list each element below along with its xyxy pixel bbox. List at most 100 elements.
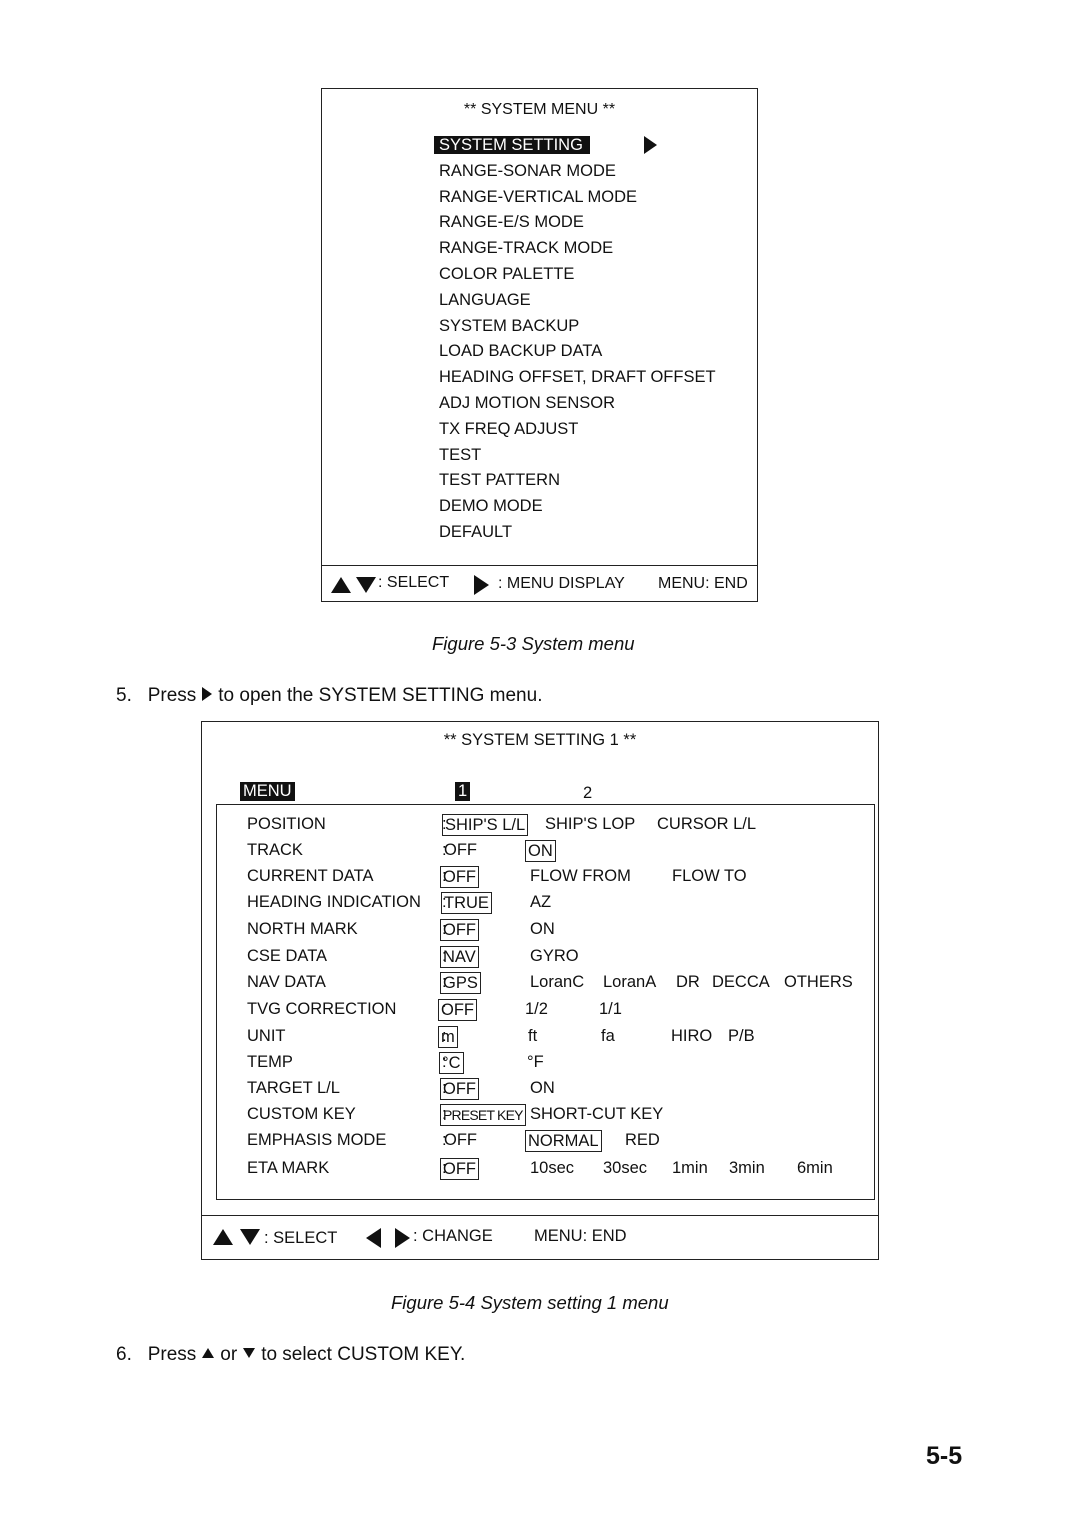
tab-menu[interactable]: MENU: [240, 782, 295, 801]
setting-option-selected[interactable]: °C: [439, 1052, 464, 1074]
right-key-icon: [202, 687, 213, 702]
footer-menu-end-hint: MENU: END: [658, 575, 748, 592]
tab-page-2[interactable]: 2: [583, 784, 592, 803]
down-key-icon: [243, 1348, 256, 1359]
setting-option[interactable]: P/B: [726, 1026, 757, 1046]
setting-row[interactable]: ETA MARK: OFF 10sec 30sec 1min 3min 6min: [217, 1158, 874, 1183]
setting-option[interactable]: fa: [599, 1026, 617, 1046]
setting-row[interactable]: NORTH MARK: OFF ON: [217, 919, 874, 944]
setting-option[interactable]: FLOW TO: [670, 866, 749, 886]
right-arrow-icon: [474, 575, 489, 595]
setting-option[interactable]: DR: [674, 972, 702, 992]
setting-option[interactable]: OFF: [442, 840, 479, 860]
setting-row[interactable]: TEMP: °C °F: [217, 1052, 874, 1077]
page-number: 5-5: [926, 1442, 963, 1470]
setting-option-selected[interactable]: SHIP'S L/L: [442, 814, 529, 836]
setting-row[interactable]: NAV DATA: GPS LoranC LoranA DR DECCA OTHERS: [217, 972, 874, 997]
setting-row[interactable]: CURRENT DATA: OFF FLOW FROM FLOW TO: [217, 866, 874, 891]
menu-item-color-palette[interactable]: COLOR PALETTE: [439, 263, 716, 289]
setting-row[interactable]: TRACK: OFF ON: [217, 840, 874, 865]
setting-option[interactable]: SHORT-CUT KEY: [528, 1104, 665, 1124]
menu-item-language[interactable]: LANGUAGE: [439, 289, 716, 315]
setting-option[interactable]: OFF: [442, 1130, 479, 1150]
setting-option[interactable]: °F: [525, 1052, 546, 1072]
setting-option[interactable]: SHIP'S LOP: [543, 814, 637, 834]
setting-option[interactable]: HIRO: [669, 1026, 714, 1046]
setting-option[interactable]: 30sec: [601, 1158, 649, 1178]
menu-item-system-backup[interactable]: SYSTEM BACKUP: [439, 315, 716, 341]
setting-option-selected[interactable]: PRESET KEY: [440, 1104, 526, 1126]
step-text-post: to select CUSTOM KEY.: [261, 1344, 466, 1365]
setting-option[interactable]: ft: [526, 1026, 539, 1046]
figure-5-3-caption: Figure 5-3 System menu: [432, 633, 635, 654]
setting-label: TRACK: [247, 841, 303, 859]
setting-option-selected[interactable]: GPS: [440, 972, 481, 994]
setting-option[interactable]: AZ: [528, 892, 553, 912]
setting-option[interactable]: CURSOR L/L: [655, 814, 758, 834]
setting-option[interactable]: DECCA: [710, 972, 772, 992]
setting-label: POSITION: [247, 815, 326, 833]
setting-option[interactable]: LoranA: [601, 972, 658, 992]
footer-change-hint: : CHANGE: [413, 1227, 493, 1245]
menu-item-default[interactable]: DEFAULT: [439, 521, 716, 547]
setting-option-selected[interactable]: OFF: [440, 1158, 479, 1180]
setting-option-selected[interactable]: ON: [525, 840, 556, 862]
setting-option-selected[interactable]: NORMAL: [525, 1130, 602, 1152]
up-arrow-icon: [331, 577, 351, 593]
setting-label: TVG CORRECTION: [247, 1000, 397, 1018]
setting-row[interactable]: TARGET L/L: OFF ON: [217, 1078, 874, 1103]
setting-row[interactable]: CUSTOM KEY: PRESET KEY SHORT-CUT KEY: [217, 1104, 874, 1129]
setting-option[interactable]: OTHERS: [782, 972, 855, 992]
setting-option-selected[interactable]: TRUE: [441, 892, 492, 914]
setting-row[interactable]: EMPHASIS MODE: OFF NORMAL RED: [217, 1130, 874, 1155]
setting-row[interactable]: UNIT: m ft fa HIRO P/B: [217, 1026, 874, 1051]
menu-item-range-track-mode[interactable]: RANGE-TRACK MODE: [439, 237, 716, 263]
setting-option-selected[interactable]: m: [438, 1026, 458, 1048]
menu-item-tx-freq-adjust[interactable]: TX FREQ ADJUST: [439, 418, 716, 444]
setting-row[interactable]: TVG CORRECTION: OFF 1/2 1/1: [217, 999, 874, 1024]
system-setting-footer: : SELECT : CHANGE MENU: END: [202, 1215, 878, 1260]
setting-option-selected[interactable]: OFF: [440, 866, 479, 888]
menu-item-test-pattern[interactable]: TEST PATTERN: [439, 469, 716, 495]
setting-label: CUSTOM KEY: [247, 1105, 356, 1123]
setting-option[interactable]: RED: [623, 1130, 662, 1150]
setting-label: NORTH MARK: [247, 920, 358, 938]
setting-option[interactable]: 3min: [727, 1158, 767, 1178]
menu-item-adj-motion-sensor[interactable]: ADJ MOTION SENSOR: [439, 392, 716, 418]
menu-item-range-es-mode[interactable]: RANGE-E/S MODE: [439, 211, 716, 237]
setting-label: TARGET L/L: [247, 1079, 340, 1097]
setting-row[interactable]: HEADING INDICATION: TRUE AZ: [217, 892, 874, 917]
setting-row[interactable]: POSITION: SHIP'S L/L SHIP'S LOP CURSOR L/L: [217, 814, 874, 839]
setting-option[interactable]: ON: [528, 919, 557, 939]
setting-option[interactable]: 6min: [795, 1158, 835, 1178]
menu-item-system-setting[interactable]: SYSTEM SETTING: [434, 134, 716, 160]
setting-option-selected[interactable]: NAV: [440, 946, 479, 968]
up-key-icon: [202, 1348, 215, 1359]
setting-option[interactable]: LoranC: [528, 972, 586, 992]
step-text-post: to open the SYSTEM SETTING menu.: [218, 685, 543, 706]
tab-page-1[interactable]: 1: [455, 782, 471, 801]
setting-option[interactable]: GYRO: [528, 946, 581, 966]
setting-option-selected[interactable]: OFF: [440, 1078, 479, 1100]
setting-label: TEMP: [247, 1053, 293, 1071]
submenu-arrow-icon: [644, 136, 657, 154]
setting-option[interactable]: FLOW FROM: [528, 866, 633, 886]
menu-item-demo-mode[interactable]: DEMO MODE: [439, 495, 716, 521]
settings-list: POSITION: SHIP'S L/L SHIP'S LOP CURSOR L/L T…: [216, 804, 875, 1200]
setting-option[interactable]: ON: [528, 1078, 557, 1098]
step-number: 5.: [116, 685, 132, 706]
setting-option[interactable]: 1min: [670, 1158, 710, 1178]
menu-item-range-vertical-mode[interactable]: RANGE-VERTICAL MODE: [439, 186, 716, 212]
setting-option[interactable]: 1/2: [523, 999, 550, 1019]
menu-item-load-backup-data[interactable]: LOAD BACKUP DATA: [439, 340, 716, 366]
setting-option[interactable]: 1/1: [597, 999, 624, 1019]
menu-item-range-sonar-mode[interactable]: RANGE-SONAR MODE: [439, 160, 716, 186]
menu-item-heading-draft-offset[interactable]: HEADING OFFSET, DRAFT OFFSET: [439, 366, 716, 392]
system-menu-panel: ** SYSTEM MENU ** SYSTEM SETTING RANGE-S…: [321, 88, 758, 602]
menu-item-test[interactable]: TEST: [439, 444, 716, 470]
setting-option-selected[interactable]: OFF: [440, 919, 479, 941]
system-menu-title: ** SYSTEM MENU **: [463, 101, 616, 118]
setting-option[interactable]: 10sec: [528, 1158, 576, 1178]
setting-option-selected[interactable]: OFF: [438, 999, 477, 1021]
setting-row[interactable]: CSE DATA: NAV GYRO: [217, 946, 874, 971]
